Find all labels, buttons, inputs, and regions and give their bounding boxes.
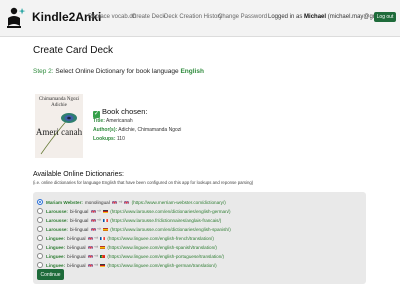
dictionary-name: Linguee:	[46, 262, 66, 268]
reader-logo-icon[interactable]	[5, 6, 27, 30]
source-flag-icon	[88, 245, 94, 250]
step-language: English	[180, 68, 204, 75]
source-flag-icon	[90, 227, 96, 232]
dictionary-type: bi-lingual	[67, 244, 86, 250]
book-title: Americanah	[105, 118, 133, 124]
cover-title: Ameri canah	[35, 127, 83, 137]
step-prefix: Step 2:	[33, 68, 54, 75]
dictionary-radio[interactable]	[37, 208, 43, 214]
dictionary-radio[interactable]	[37, 262, 43, 268]
source-flag-icon	[112, 200, 118, 205]
step-heading: Step 2: Select Online Dictionary for boo…	[33, 68, 204, 75]
dictionary-name: Mariam Webster:	[46, 199, 83, 205]
checkmark-icon: ✓	[93, 111, 100, 118]
arrow-right-icon: ⇨	[97, 208, 102, 213]
book-title-row: Title: Americanah	[93, 118, 133, 124]
dictionary-name: Larousse:	[46, 217, 68, 223]
top-navbar: Kindle2Anki Replace vocab.db Create Deck…	[0, 0, 400, 37]
source-flag-icon	[90, 218, 96, 223]
dictionary-type: bi-lingual	[69, 208, 89, 214]
target-flag-icon	[99, 236, 105, 241]
source-flag-icon	[88, 263, 94, 268]
dictionary-option[interactable]: Linguee: bi-lingual ⇨ (https://www.linguee.…	[37, 243, 217, 251]
nav-change-password[interactable]: Change Password	[218, 14, 267, 20]
title-label: Title:	[93, 118, 105, 124]
arrow-right-icon: ⇨	[94, 262, 99, 267]
dictionary-type: bi-lingual	[69, 226, 89, 232]
step-text: Select Online Dictionary for book langua…	[55, 68, 179, 75]
dictionaries-heading: Available Online Dictionaries:	[33, 171, 124, 178]
dictionary-type: monolingual	[84, 199, 110, 205]
book-chosen-heading: ✓ Book chosen:	[93, 107, 147, 118]
book-lookups-row: Lookups: 110	[93, 136, 125, 142]
arrow-right-icon: ⇨	[118, 199, 123, 204]
arrow-right-icon: ⇨	[94, 253, 99, 258]
dictionary-option[interactable]: Mariam Webster: monolingual ⇨ (https://www.…	[37, 198, 226, 206]
dictionary-option[interactable]: Linguee: bi-lingual ⇨ (https://www.linguee.…	[37, 252, 224, 260]
dictionary-url[interactable]: (https://www.linguee.com/english-spanish…	[107, 245, 217, 250]
nav-create-deck[interactable]: Create Deck	[132, 14, 165, 20]
dictionary-url[interactable]: (https://www.linguee.com/english-portugu…	[107, 254, 224, 259]
target-flag-icon	[99, 263, 105, 268]
authors-label: Author(s):	[93, 127, 118, 133]
dictionary-url[interactable]: (https://www.merriam-webster.com/diction…	[132, 200, 226, 205]
dictionary-type: bi-lingual	[69, 217, 89, 223]
arrow-right-icon: ⇨	[97, 217, 102, 222]
dictionary-options-panel: Mariam Webster: monolingual ⇨ (https://www.…	[33, 192, 366, 284]
login-prefix: Logged in as	[268, 14, 303, 20]
dictionary-radio[interactable]	[37, 226, 43, 232]
target-flag-icon	[124, 200, 130, 205]
target-flag-icon	[102, 218, 108, 223]
dictionary-option[interactable]: Linguee: bi-lingual ⇨ (https://www.linguee.…	[37, 234, 214, 242]
book-chosen-label: Book chosen:	[102, 107, 148, 116]
dictionary-name: Linguee:	[46, 235, 66, 241]
dictionary-radio[interactable]	[37, 235, 43, 241]
arrow-right-icon: ⇨	[97, 226, 102, 231]
target-flag-icon	[99, 254, 105, 259]
arrow-right-icon: ⇨	[94, 244, 99, 249]
nav-deck-history[interactable]: Deck Creation History	[164, 14, 222, 20]
user-name: Michael	[304, 14, 327, 20]
dictionary-url[interactable]: (https://www.larousse.fr/dictionnaires/a…	[110, 218, 221, 223]
dictionary-radio[interactable]	[37, 217, 43, 223]
source-flag-icon	[88, 254, 94, 259]
source-flag-icon	[88, 236, 94, 241]
dictionary-url[interactable]: (https://www.linguee.com/english-french/…	[107, 236, 213, 241]
logout-button[interactable]: Log out	[374, 12, 396, 22]
book-lookups: 110	[116, 136, 125, 142]
nav-replace-vocab[interactable]: Replace vocab.db	[88, 14, 136, 20]
book-authors-row: Author(s): Adichie, Chimamanda Ngozi	[93, 127, 181, 133]
book-authors: Adichie, Chimamanda Ngozi	[118, 127, 182, 133]
dictionary-url[interactable]: (https://www.linguee.com/english-german/…	[107, 263, 216, 268]
dictionary-option[interactable]: Larousse: bi-lingual ⇨ (https://www.larouss…	[37, 225, 231, 233]
continue-button[interactable]: Continue	[37, 269, 64, 280]
page-title: Create Card Deck	[33, 45, 114, 56]
dictionary-option[interactable]: Linguee: bi-lingual ⇨ (https://www.linguee.…	[37, 261, 217, 269]
source-flag-icon	[90, 209, 96, 214]
arrow-right-icon: ⇨	[94, 235, 99, 240]
dictionary-type: bi-lingual	[67, 235, 86, 241]
target-flag-icon	[102, 209, 108, 214]
target-flag-icon	[102, 227, 108, 232]
dictionary-url[interactable]: (https://www.larousse.com/en/dictionarie…	[110, 209, 230, 214]
dictionary-name: Linguee:	[46, 244, 66, 250]
dictionary-radio[interactable]	[37, 199, 43, 205]
dictionary-type: bi-lingual	[67, 262, 86, 268]
dictionary-name: Larousse:	[46, 208, 68, 214]
dictionary-name: Larousse:	[46, 226, 68, 232]
dictionary-name: Linguee:	[46, 253, 66, 259]
dictionary-url[interactable]: (https://www.larousse.com/en/dictionarie…	[110, 227, 231, 232]
dictionaries-note: (i.e. online dictionaries for language E…	[33, 180, 254, 185]
dictionary-radio[interactable]	[37, 253, 43, 259]
lookups-label: Lookups:	[93, 136, 116, 142]
peacock-feather-icon	[40, 113, 77, 155]
book-cover: Chimamanda Ngozi Adichie Ameri canah	[35, 94, 83, 158]
dictionary-option[interactable]: Larousse: bi-lingual ⇨ (https://www.larouss…	[37, 216, 221, 224]
dictionary-option[interactable]: Larousse: bi-lingual ⇨ (https://www.larouss…	[37, 207, 230, 215]
dictionary-radio[interactable]	[37, 244, 43, 250]
target-flag-icon	[99, 245, 105, 250]
dictionary-type: bi-lingual	[67, 253, 86, 259]
